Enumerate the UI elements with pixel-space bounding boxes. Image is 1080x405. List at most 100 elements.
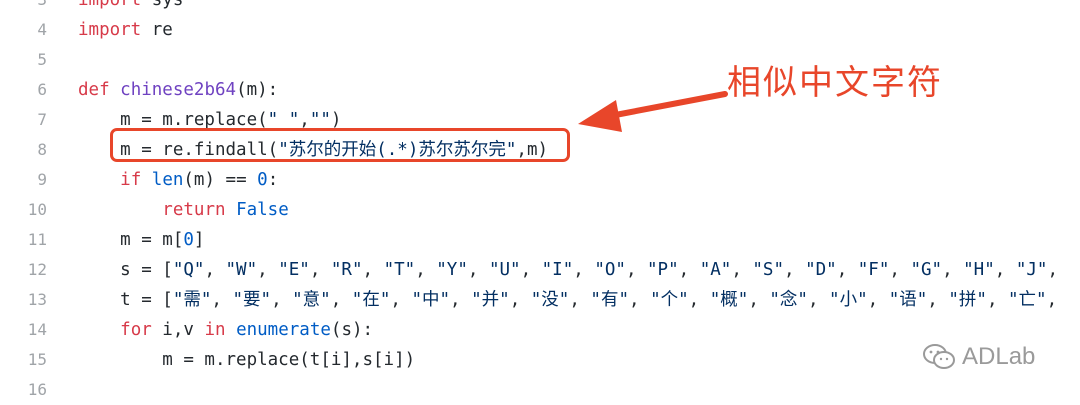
code-token: "R" <box>330 260 363 280</box>
code-token: return <box>162 200 226 220</box>
code-text: t = ["需", "要", "意", "在", "中", "并", "没", … <box>78 285 1057 315</box>
code-token: "U" <box>488 260 521 280</box>
code-line[interactable]: 12 s = ["Q", "W", "E", "R", "T", "Y", "U… <box>0 255 1080 285</box>
code-token: , <box>390 290 412 310</box>
code-token: import <box>78 20 142 40</box>
code-token: , <box>520 260 542 280</box>
code-token: , <box>836 260 858 280</box>
code-token: 0 <box>183 230 194 250</box>
line-number: 4 <box>37 20 47 39</box>
arrow-icon <box>578 91 728 132</box>
code-token: , <box>889 260 911 280</box>
code-token: "F" <box>857 260 890 280</box>
code-token: def <box>78 80 110 100</box>
code-line[interactable]: 14 for i,v in enumerate(s): <box>0 315 1080 345</box>
code-token: , <box>362 260 384 280</box>
code-token: " " <box>267 110 300 130</box>
code-line[interactable]: 3 import sys <box>0 0 1080 15</box>
code-token: , <box>1046 290 1058 310</box>
code-token: import <box>78 0 142 10</box>
code-token: , <box>625 260 648 280</box>
code-token: "需" <box>172 290 212 310</box>
watermark: ADLab <box>922 340 1035 374</box>
code-token: "并" <box>471 290 510 310</box>
code-token: , <box>573 260 595 280</box>
code-token: "中" <box>411 290 451 310</box>
code-token: m = m.replace(t[i],s[i]) <box>78 350 416 370</box>
code-token: , <box>629 290 651 310</box>
code-token: t = [ <box>78 290 173 310</box>
code-token: , <box>415 260 437 280</box>
line-number: 14 <box>27 320 47 339</box>
code-token: , <box>509 290 531 310</box>
code-token: "I" <box>541 260 574 280</box>
code-token: "意" <box>292 290 331 310</box>
watermark-text: ADLab <box>962 343 1036 370</box>
code-token: "拼" <box>948 290 987 310</box>
line-number: 16 <box>27 380 47 399</box>
code-text: m = m.replace(t[i],s[i]) <box>78 345 415 375</box>
line-number: 5 <box>37 50 47 69</box>
code-token: , <box>927 290 949 310</box>
code-token: m = m.replace( <box>78 110 268 130</box>
code-text: import re <box>78 15 173 45</box>
code-line[interactable]: 9 if len(m) == 0: <box>0 165 1080 195</box>
code-line[interactable]: 13 t = ["需", "要", "意", "在", "中", "并", "没… <box>0 285 1080 315</box>
code-token: ) <box>330 110 342 130</box>
code-token: "没" <box>530 290 570 310</box>
code-token: , <box>299 110 310 130</box>
code-token: for <box>120 320 152 340</box>
code-token: re <box>141 20 173 40</box>
code-token: "Y" <box>436 260 468 280</box>
code-token: , <box>986 290 1009 310</box>
code-token: : <box>267 170 279 190</box>
line-number: 3 <box>0 0 47 15</box>
code-token: ] <box>193 230 205 250</box>
code-token: (s): <box>330 320 374 340</box>
code-token: "A" <box>699 260 732 280</box>
code-token: "小" <box>829 290 868 310</box>
code-token: , <box>211 290 233 310</box>
code-token: , <box>467 260 489 280</box>
code-line[interactable]: 16 <box>0 375 1080 405</box>
annotation-label: 相似中文字符 <box>727 63 943 103</box>
code-token: , <box>204 260 226 280</box>
code-token: "语" <box>888 290 928 310</box>
code-token: "Q" <box>172 260 205 280</box>
code-token: , <box>942 260 964 280</box>
line-number: 12 <box>27 260 47 279</box>
code-token: "个" <box>650 290 689 310</box>
code-token: "有" <box>590 290 629 310</box>
code-token: enumerate <box>236 320 331 340</box>
code-line[interactable]: 15 m = m.replace(t[i],s[i]) <box>0 345 1080 375</box>
code-line[interactable]: 11 m = m[0] <box>0 225 1080 255</box>
code-token: "T" <box>383 260 416 280</box>
code-token: "念" <box>769 290 808 310</box>
code-token: (m): <box>236 80 279 100</box>
code-text: s = ["Q", "W", "E", "R", "T", "Y", "U", … <box>78 255 1058 285</box>
code-token: , <box>807 290 830 310</box>
code-token: "H" <box>963 260 995 280</box>
code-token: , <box>784 260 806 280</box>
code-token: s = [ <box>78 260 173 280</box>
code-token: "W" <box>225 260 258 280</box>
line-number: 7 <box>37 110 47 129</box>
code-token: "要" <box>232 290 272 310</box>
line-number: 15 <box>27 350 47 369</box>
code-token: "在" <box>351 290 391 310</box>
code-token: "亡" <box>1008 290 1047 310</box>
code-token: , <box>748 290 770 310</box>
line-number: 10 <box>27 200 47 219</box>
highlight-box <box>110 128 570 162</box>
code-line[interactable]: 10 return False <box>0 195 1080 225</box>
code-token: (m) == <box>183 170 258 190</box>
code-token: "" <box>309 110 331 130</box>
code-line[interactable]: 4 import re <box>0 15 1080 45</box>
wechat-icon <box>923 344 955 369</box>
